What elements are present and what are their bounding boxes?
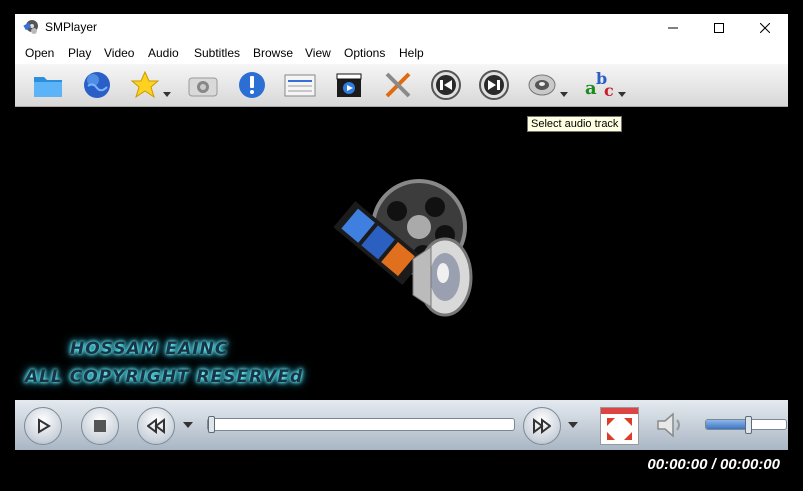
watermark-line-1: HOSSAM EAINC bbox=[70, 339, 229, 359]
volume-level bbox=[706, 420, 748, 429]
minimize-icon bbox=[668, 27, 678, 28]
play-icon bbox=[38, 418, 51, 434]
info-button[interactable] bbox=[235, 68, 269, 102]
video-area[interactable]: HOSSAM EAINC ALL COPYRIGHT RESERVEd bbox=[15, 107, 788, 400]
maximize-icon bbox=[714, 22, 724, 33]
rewind-button[interactable] bbox=[137, 407, 175, 445]
open-folder-button[interactable] bbox=[31, 68, 65, 102]
toolbar: a b c bbox=[15, 64, 788, 107]
play-button[interactable] bbox=[24, 407, 62, 445]
skip-next-icon bbox=[479, 70, 509, 100]
menu-video[interactable]: Video bbox=[104, 46, 134, 60]
abc-subtitles-icon: a b c bbox=[585, 70, 614, 100]
menu-browse[interactable]: Browse bbox=[253, 46, 293, 60]
fullscreen-button[interactable] bbox=[600, 407, 639, 445]
tools-icon bbox=[385, 72, 411, 98]
subtitles-dropdown-icon[interactable] bbox=[618, 92, 626, 97]
stop-icon bbox=[94, 420, 106, 432]
seek-handle[interactable] bbox=[208, 416, 215, 433]
next-button[interactable] bbox=[477, 68, 511, 102]
watermark-line-2: ALL COPYRIGHT RESERVEd bbox=[25, 367, 304, 387]
volume-handle[interactable] bbox=[745, 416, 752, 434]
close-icon bbox=[760, 22, 770, 33]
title-bar: SMPlayer bbox=[15, 14, 788, 41]
maximize-button[interactable] bbox=[696, 14, 742, 41]
forward-dropdown-icon[interactable] bbox=[568, 422, 578, 428]
menu-view[interactable]: View bbox=[305, 46, 331, 60]
menu-open[interactable]: Open bbox=[25, 46, 54, 60]
playlist-button[interactable] bbox=[283, 68, 317, 102]
minimize-button[interactable] bbox=[650, 14, 696, 41]
smplayer-app-icon bbox=[23, 20, 38, 34]
forward-button[interactable] bbox=[523, 407, 561, 445]
menu-help[interactable]: Help bbox=[399, 46, 424, 60]
video-equalizer-button[interactable] bbox=[332, 68, 366, 102]
smplayer-logo bbox=[333, 179, 473, 317]
time-display: 00:00:00 / 00:00:00 bbox=[647, 456, 780, 473]
subtitles-button[interactable]: a b c bbox=[583, 68, 617, 102]
fullscreen-icon bbox=[601, 408, 638, 440]
info-exclamation-icon bbox=[239, 72, 265, 98]
volume-slider[interactable] bbox=[705, 416, 787, 434]
clapper-icon bbox=[336, 73, 362, 97]
svg-text:c: c bbox=[604, 81, 614, 100]
tooltip: Select audio track bbox=[527, 116, 623, 132]
seek-bar[interactable] bbox=[207, 416, 515, 433]
menu-bar: Open Play Video Audio Subtitles Browse V… bbox=[15, 41, 788, 64]
menu-audio[interactable]: Audio bbox=[148, 46, 179, 60]
stop-button[interactable] bbox=[81, 407, 119, 445]
mute-button[interactable] bbox=[653, 407, 689, 443]
preferences-button[interactable] bbox=[381, 68, 415, 102]
audio-track-dropdown-icon[interactable] bbox=[560, 92, 568, 97]
status-bar: 00:00:00 / 00:00:00 bbox=[15, 450, 788, 480]
fast-forward-icon bbox=[533, 418, 551, 434]
window-title: SMPlayer bbox=[45, 20, 98, 34]
favorites-button[interactable] bbox=[128, 68, 162, 102]
star-icon bbox=[130, 70, 160, 99]
speaker-icon bbox=[528, 74, 556, 96]
control-bar bbox=[15, 400, 788, 450]
playlist-icon bbox=[284, 74, 316, 97]
globe-icon bbox=[84, 72, 110, 98]
skip-previous-icon bbox=[431, 70, 461, 100]
rewind-icon bbox=[147, 418, 165, 434]
volume-speaker-icon bbox=[657, 412, 680, 438]
open-url-button[interactable] bbox=[80, 68, 114, 102]
menu-subtitles[interactable]: Subtitles bbox=[194, 46, 240, 60]
menu-options[interactable]: Options bbox=[344, 46, 385, 60]
close-button[interactable] bbox=[742, 14, 788, 41]
previous-button[interactable] bbox=[429, 68, 463, 102]
camera-icon bbox=[188, 77, 218, 97]
favorites-dropdown-icon[interactable] bbox=[163, 92, 171, 97]
rewind-dropdown-icon[interactable] bbox=[183, 422, 193, 428]
screenshot-button[interactable] bbox=[186, 68, 220, 102]
menu-play[interactable]: Play bbox=[68, 46, 91, 60]
audio-track-button[interactable] bbox=[525, 68, 559, 102]
folder-icon bbox=[34, 77, 62, 97]
